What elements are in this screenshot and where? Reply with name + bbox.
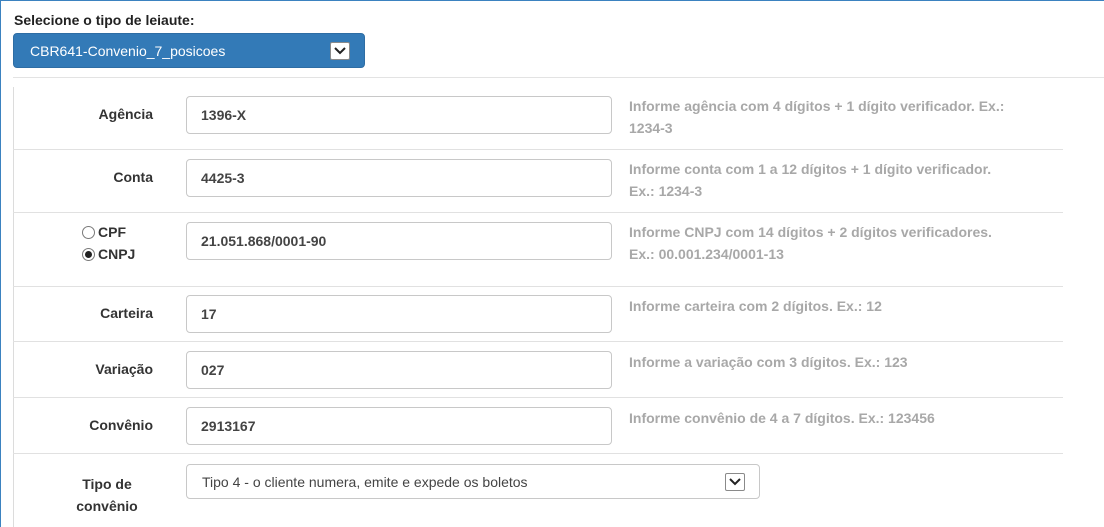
variacao-label: Variação bbox=[95, 361, 153, 377]
radio-icon[interactable] bbox=[82, 225, 95, 239]
agencia-help-line1: Informe agência com 4 dígitos + 1 dígito… bbox=[629, 98, 1005, 114]
cnpj-help-line1: Informe CNPJ com 14 dígitos + 2 dígitos … bbox=[629, 224, 992, 240]
tipo-convenio-label: Tipo de convênio bbox=[61, 473, 153, 517]
carteira-label: Carteira bbox=[100, 305, 153, 321]
variacao-input[interactable]: 027 bbox=[186, 351, 612, 389]
conta-label: Conta bbox=[113, 169, 153, 185]
layout-type-select[interactable]: CBR641-Convenio_7_posicoes bbox=[13, 33, 365, 68]
row-divider bbox=[13, 286, 1063, 287]
agencia-input[interactable]: 1396-X bbox=[186, 96, 612, 134]
conta-help: Informe conta com 1 a 12 dígitos + 1 díg… bbox=[629, 158, 1059, 202]
agencia-label: Agência bbox=[98, 106, 153, 122]
agencia-help: Informe agência com 4 dígitos + 1 dígito… bbox=[629, 95, 1059, 139]
radio-selected-dot bbox=[85, 250, 92, 258]
tipo-convenio-select[interactable]: Tipo 4 - o cliente numera, emite e exped… bbox=[186, 464, 760, 499]
agencia-help-line2: 1234-3 bbox=[629, 120, 673, 136]
tipo-convenio-label-line1: Tipo de bbox=[82, 476, 132, 492]
tipo-convenio-value: Tipo 4 - o cliente numera, emite e exped… bbox=[202, 473, 528, 490]
cnpj-help-line2: Ex.: 00.001.234/0001-13 bbox=[629, 246, 784, 262]
cnpj-option[interactable]: CNPJ bbox=[82, 246, 135, 262]
variacao-help: Informe a variação com 3 dígitos. Ex.: 1… bbox=[629, 354, 908, 370]
cnpj-input[interactable]: 21.051.868/0001-90 bbox=[186, 222, 612, 260]
divider bbox=[13, 77, 1104, 78]
row-divider bbox=[13, 212, 1063, 213]
carteira-help: Informe carteira com 2 dígitos. Ex.: 12 bbox=[629, 298, 882, 314]
conta-help-line1: Informe conta com 1 a 12 dígitos + 1 díg… bbox=[629, 161, 992, 177]
chevron-down-icon[interactable] bbox=[330, 41, 350, 60]
divider bbox=[13, 87, 14, 527]
convenio-label: Convênio bbox=[89, 417, 153, 433]
cpf-option[interactable]: CPF bbox=[82, 224, 126, 240]
conta-input[interactable]: 4425-3 bbox=[186, 159, 612, 197]
layout-type-value: CBR641-Convenio_7_posicoes bbox=[30, 42, 226, 59]
carteira-input[interactable]: 17 bbox=[186, 295, 612, 333]
row-divider bbox=[13, 453, 1063, 454]
conta-help-line2: Ex.: 1234-3 bbox=[629, 183, 703, 199]
cnpj-label: CNPJ bbox=[98, 246, 136, 262]
chevron-down-icon[interactable] bbox=[725, 472, 745, 491]
row-divider bbox=[13, 341, 1063, 342]
row-divider bbox=[13, 397, 1063, 398]
radio-icon[interactable] bbox=[82, 247, 95, 261]
row-divider bbox=[13, 149, 1063, 150]
convenio-help: Informe convênio de 4 a 7 dígitos. Ex.: … bbox=[629, 410, 935, 426]
cnpj-help: Informe CNPJ com 14 dígitos + 2 dígitos … bbox=[629, 221, 1059, 265]
layout-type-label: Selecione o tipo de leiaute: bbox=[14, 12, 195, 28]
form-panel: Selecione o tipo de leiaute: CBR641-Conv… bbox=[0, 0, 1104, 527]
cpf-label: CPF bbox=[98, 224, 126, 240]
tipo-convenio-label-line2: convênio bbox=[76, 498, 138, 514]
convenio-input[interactable]: 2913167 bbox=[186, 407, 612, 445]
